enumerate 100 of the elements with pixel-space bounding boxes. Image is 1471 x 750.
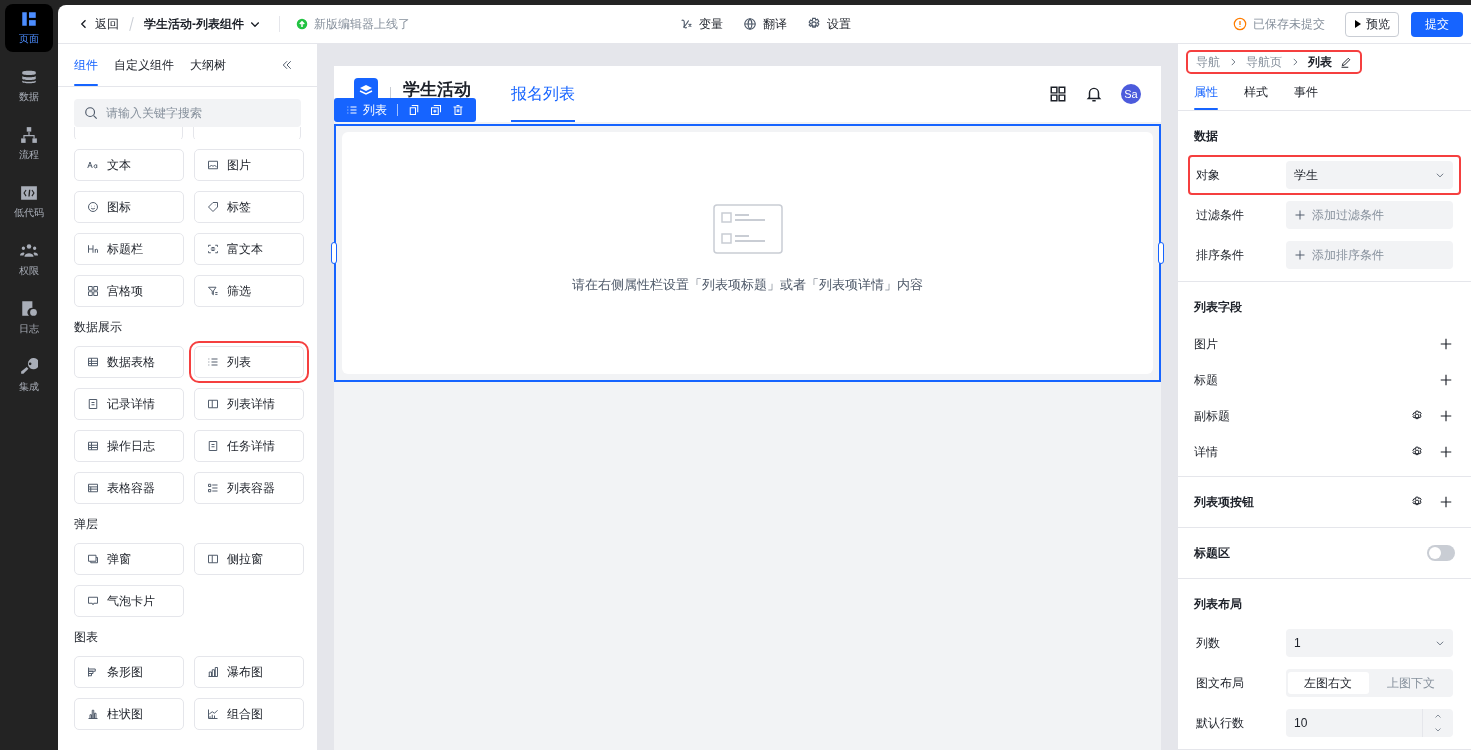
empty-list-icon (712, 204, 783, 254)
component-item[interactable]: 数据表格 (74, 346, 184, 378)
component-item[interactable]: 图片 (194, 149, 304, 181)
component-item[interactable]: 记录详情 (74, 388, 184, 420)
group-title: 弹层 (74, 516, 99, 533)
plus-icon[interactable] (1439, 337, 1453, 351)
select-field[interactable]: 学生 (1286, 161, 1453, 189)
apps-grid-icon[interactable] (1049, 85, 1067, 103)
waterfall-chart-icon (207, 666, 219, 678)
submit-button[interactable]: 提交 (1411, 11, 1463, 37)
component-item[interactable]: 富文本 (194, 233, 304, 265)
rail-nav-item[interactable]: 流程 (5, 120, 53, 168)
toolbar-button[interactable]: 变量 (678, 15, 723, 33)
layout-option[interactable]: 左图右文 (1288, 672, 1369, 694)
rail-nav-item[interactable]: 权限 (5, 236, 53, 284)
plus-icon[interactable] (1439, 495, 1453, 509)
component-item[interactable]: 列表容器 (194, 472, 304, 504)
delete-icon[interactable] (452, 104, 464, 116)
component-item[interactable]: 条形图 (74, 656, 184, 688)
component-item[interactable]: 标题栏 (74, 233, 184, 265)
preview-button[interactable]: 预览 (1345, 11, 1399, 37)
app-name: 学生活动 (403, 78, 471, 101)
properties-tab[interactable]: 事件 (1294, 74, 1318, 110)
component-item[interactable]: 柱状图 (74, 698, 184, 730)
settings-icon[interactable] (1411, 446, 1423, 458)
resize-handle[interactable] (331, 242, 337, 264)
decrement-icon[interactable] (1434, 726, 1442, 734)
bell-icon[interactable] (1085, 85, 1103, 103)
component-item[interactable]: 瀑布图 (194, 656, 304, 688)
user-avatar[interactable]: Sa (1121, 84, 1141, 104)
properties-tab[interactable]: 样式 (1244, 74, 1268, 110)
toggle-switch[interactable] (1427, 545, 1455, 561)
component-item[interactable]: 标签 (194, 191, 304, 223)
play-icon (1354, 20, 1362, 28)
panel-tab[interactable]: 自定义组件 (114, 44, 174, 86)
number-field[interactable]: 10 (1286, 709, 1453, 737)
panel-tab[interactable]: 组件 (74, 44, 98, 86)
rail-nav-item[interactable]: 数据 (5, 62, 53, 110)
rail-nav-item[interactable]: 集成 (5, 352, 53, 400)
document-clock-icon (20, 300, 38, 318)
panel-icon (207, 553, 219, 565)
chevron-down-icon (1435, 170, 1445, 180)
page-tab[interactable]: 报名列表 (511, 66, 575, 122)
component-item[interactable]: 筛选 (194, 275, 304, 307)
flow-icon (20, 126, 38, 144)
search-field[interactable]: 请输入关键字搜索 (74, 99, 301, 127)
component-item[interactable]: 列表 (194, 346, 304, 378)
component-item[interactable]: 文本 (74, 149, 184, 181)
settings-icon[interactable] (1411, 410, 1423, 422)
edit-icon[interactable] (1340, 56, 1352, 68)
list-icon (207, 482, 219, 494)
field-label: 标题 (1194, 371, 1218, 389)
component-item[interactable]: 宫格项 (74, 275, 184, 307)
group-title: 图表 (74, 629, 99, 646)
heading-icon (87, 243, 99, 255)
property-label: 图文布局 (1196, 674, 1245, 692)
collapse-icon[interactable] (281, 59, 293, 71)
combo-chart-icon (207, 708, 219, 720)
document-icon (87, 398, 99, 410)
component-item[interactable]: 列表详情 (194, 388, 304, 420)
toolbar-button[interactable]: 设置 (806, 15, 851, 33)
component-item[interactable]: 弹窗 (74, 543, 184, 575)
breadcrumb-link[interactable]: 导航页 (1246, 53, 1282, 71)
plus-icon (1294, 249, 1306, 261)
rail-nav-item[interactable]: 低代码 (5, 178, 53, 226)
panel-tab[interactable]: 大纲树 (190, 44, 226, 86)
settings-icon[interactable] (1411, 496, 1423, 508)
filter-icon (207, 285, 219, 297)
plus-icon[interactable] (1439, 409, 1453, 423)
copy-icon[interactable] (408, 104, 420, 116)
properties-tab[interactable]: 属性 (1194, 74, 1218, 110)
increment-icon[interactable] (1434, 712, 1442, 720)
component-item[interactable]: 操作日志 (74, 430, 184, 462)
property-label: 对象 (1196, 166, 1221, 184)
duplicate-icon[interactable] (430, 104, 442, 116)
plus-icon[interactable] (1439, 373, 1453, 387)
chevron-down-icon (1435, 638, 1445, 648)
table-icon (87, 482, 99, 494)
image-icon (207, 159, 219, 171)
rail-nav-item[interactable]: 日志 (5, 294, 53, 342)
settings-icon (806, 17, 821, 31)
component-item[interactable]: 侧拉窗 (194, 543, 304, 575)
component-item[interactable]: 气泡卡片 (74, 585, 184, 617)
component-item[interactable]: 表格容器 (74, 472, 184, 504)
property-label: 默认行数 (1196, 714, 1245, 732)
back-link[interactable]: 返回 (78, 15, 119, 33)
warning-icon (1233, 17, 1247, 31)
rail-nav-item[interactable]: 页面 (5, 4, 53, 52)
toolbar-button[interactable]: 翻译 (742, 15, 787, 33)
resize-handle[interactable] (1158, 242, 1164, 264)
component-item[interactable]: 任务详情 (194, 430, 304, 462)
breadcrumb-link[interactable]: 列表 (1308, 53, 1332, 71)
app-title-dropdown[interactable]: 学生活动-列表组件 (144, 15, 261, 33)
select-field[interactable]: 1 (1286, 629, 1453, 657)
plus-icon[interactable] (1439, 445, 1453, 459)
tag-icon (207, 201, 219, 213)
component-item[interactable]: 组合图 (194, 698, 304, 730)
component-item[interactable]: 图标 (74, 191, 184, 223)
breadcrumb-link[interactable]: 导航 (1196, 53, 1220, 71)
font-icon (87, 159, 99, 171)
